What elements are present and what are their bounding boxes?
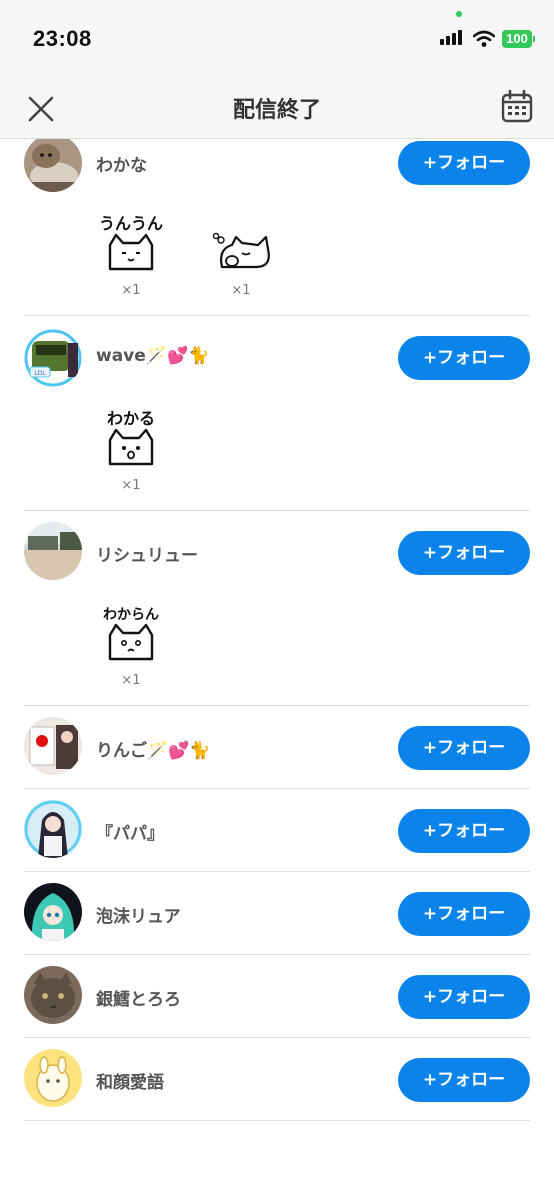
- row-divider: [24, 1120, 530, 1121]
- user-name: 銀鱈とろろ: [96, 990, 181, 1010]
- user-name: リシュリュー: [96, 546, 198, 566]
- gift-stamp: うんうん ×1: [96, 209, 166, 298]
- list-item: 泡沫リュア +フォロー: [0, 872, 554, 955]
- follow-button[interactable]: +フォロー: [398, 726, 530, 770]
- list-item: わかな +フォロー うんうん ×1 ×1: [0, 139, 554, 316]
- user-name: wave🪄💕🐈: [96, 346, 210, 366]
- svg-text:LOL: LOL: [34, 371, 46, 377]
- avatar[interactable]: [24, 966, 82, 1024]
- list-item: 和顔愛語 +フォロー: [0, 1038, 554, 1121]
- user-name: 和顔愛語: [96, 1073, 164, 1093]
- wifi-icon: [473, 30, 495, 47]
- follow-button[interactable]: +フォロー: [398, 531, 530, 575]
- follow-button[interactable]: +フォロー: [398, 809, 530, 853]
- avatar[interactable]: [24, 883, 82, 941]
- gift-stamp: わからん ×1: [96, 599, 166, 688]
- cellular-signal-icon: [440, 29, 466, 49]
- gift-count: ×1: [121, 478, 141, 493]
- user-name: 泡沫リュア: [96, 907, 181, 927]
- stamp-text: うんうん: [99, 214, 163, 233]
- user-name: りんご🪄💕🐈: [96, 741, 211, 761]
- avatar[interactable]: [24, 1049, 82, 1107]
- gift-count: ×1: [121, 283, 141, 298]
- follow-button[interactable]: +フォロー: [398, 892, 530, 936]
- user-name: 『パパ』: [96, 824, 164, 844]
- list-item: りんご🪄💕🐈 +フォロー: [0, 706, 554, 789]
- viewer-list: わかな +フォロー うんうん ×1 ×1 LOL wave🪄💕🐈 +フォロー わ…: [0, 139, 554, 1200]
- stamp-text: わからん: [103, 607, 159, 623]
- cat-stamp-icon: わからん: [103, 607, 159, 661]
- list-item: LOL wave🪄💕🐈 +フォロー わかる ×1: [0, 316, 554, 511]
- user-name: わかな: [96, 156, 147, 176]
- follow-button[interactable]: +フォロー: [398, 975, 530, 1019]
- status-bar: 23:08 100: [0, 0, 554, 78]
- list-item: リシュリュー +フォロー わからん ×1: [0, 511, 554, 706]
- gift-stamp: わかる ×1: [96, 404, 166, 493]
- battery-tip: [533, 36, 535, 42]
- page-title: 配信終了: [232, 98, 321, 123]
- avatar[interactable]: [24, 717, 82, 775]
- list-item: 『パパ』 +フォロー: [0, 789, 554, 872]
- avatar[interactable]: LOL: [24, 329, 82, 387]
- gift-stamp: ×1: [206, 209, 276, 298]
- gift-count: ×1: [231, 283, 251, 298]
- cat-stamp-icon: わかる: [107, 409, 155, 466]
- sleeping-cat-stamp-icon: [212, 232, 270, 269]
- battery-icon: 100: [502, 30, 532, 48]
- calendar-icon[interactable]: [498, 88, 536, 126]
- privacy-indicator-icon: [456, 11, 462, 17]
- status-time: 23:08: [33, 26, 92, 51]
- header: 配信終了: [0, 78, 554, 139]
- stamp-text: わかる: [107, 409, 155, 428]
- follow-button[interactable]: +フォロー: [398, 1058, 530, 1102]
- list-item: 銀鱈とろろ +フォロー: [0, 955, 554, 1038]
- avatar[interactable]: [24, 800, 82, 858]
- avatar[interactable]: [24, 139, 82, 192]
- avatar[interactable]: [24, 522, 82, 580]
- gift-count: ×1: [121, 673, 141, 688]
- follow-button[interactable]: +フォロー: [398, 336, 530, 380]
- follow-button[interactable]: +フォロー: [398, 141, 530, 185]
- cat-stamp-icon: うんうん: [99, 214, 163, 271]
